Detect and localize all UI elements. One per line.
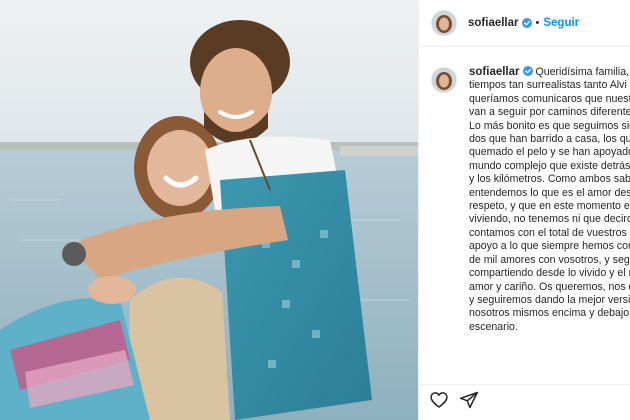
follow-button[interactable]: Seguir	[543, 17, 579, 29]
username-link[interactable]: sofiaellar	[468, 17, 519, 29]
actions-divider	[419, 384, 630, 385]
caption-comment: sofiaellar Queridísima familia, en estos…	[431, 66, 630, 334]
caption-text: Queridísima familia, en estos tiempos ta…	[469, 66, 630, 333]
paper-plane-icon[interactable]	[459, 390, 479, 410]
separator-dot: •	[535, 17, 540, 29]
avatar-image	[432, 68, 456, 92]
post-photo[interactable]	[0, 0, 418, 420]
post-actions-bar	[429, 390, 479, 410]
couple-hugging-image	[0, 0, 418, 420]
post-side-panel: sofiaellar • Seguir sofiaellar Queridísi…	[418, 0, 630, 420]
avatar[interactable]	[431, 67, 457, 93]
heart-outline-icon[interactable]	[429, 390, 449, 410]
avatar[interactable]	[431, 10, 457, 36]
verified-badge-icon	[521, 18, 532, 28]
post-header: sofiaellar • Seguir	[419, 0, 630, 47]
caption-text-block: sofiaellar Queridísima familia, en estos…	[469, 66, 630, 334]
caption-username-link[interactable]: sofiaellar	[469, 66, 520, 78]
avatar-image	[432, 11, 456, 35]
verified-badge-icon	[522, 66, 533, 76]
